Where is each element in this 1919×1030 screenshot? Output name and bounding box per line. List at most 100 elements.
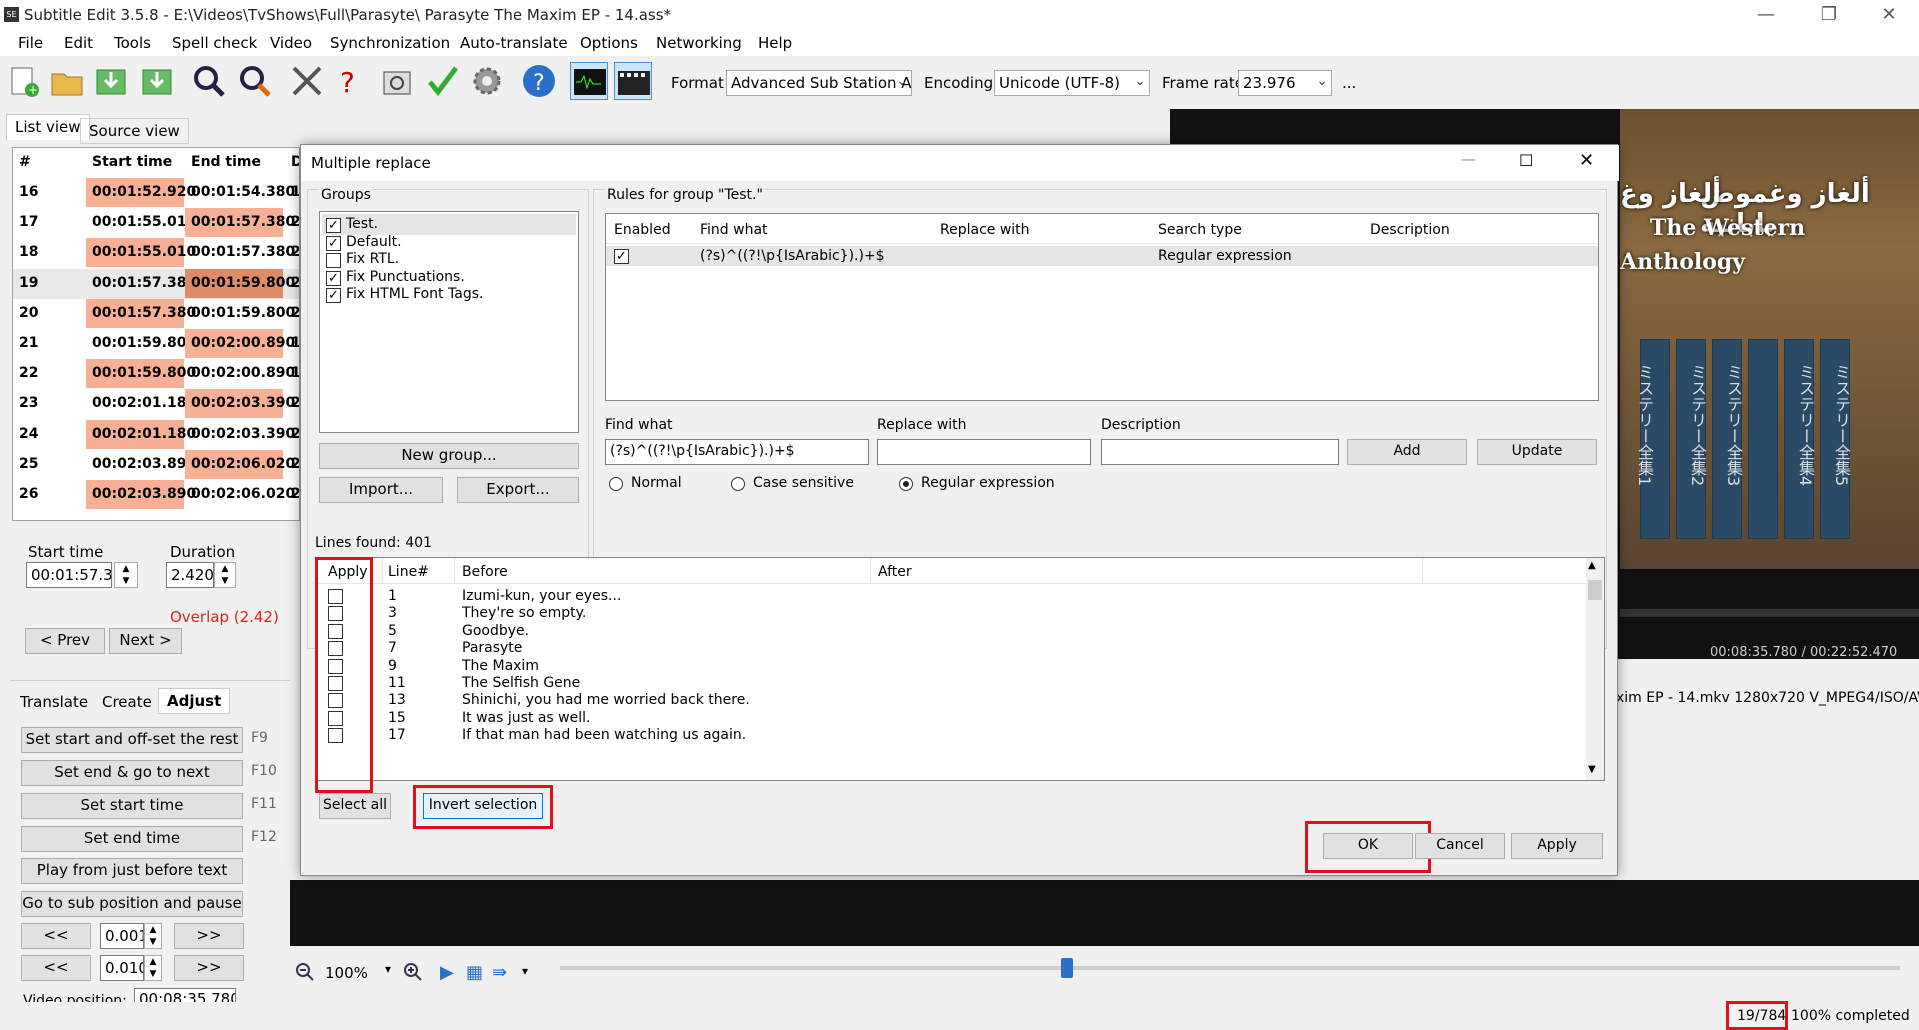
column-header-start[interactable]: Start time <box>86 148 184 177</box>
export-button[interactable]: Export... <box>457 477 579 503</box>
prev-button[interactable]: < Prev <box>25 628 105 654</box>
close-button[interactable]: ✕ <box>1866 0 1912 30</box>
group-name[interactable]: Default. <box>346 234 402 250</box>
invert-selection-button[interactable]: Invert selection <box>423 793 543 819</box>
update-rule-button[interactable]: Update <box>1477 439 1597 465</box>
grid-row[interactable]: 19 00:01:57.38000:01:59.8002. <box>13 268 299 299</box>
minimize-button[interactable]: — <box>1743 0 1789 30</box>
subtitle-grid[interactable]: # Start time End time D 1600:01:52.92000… <box>12 147 300 521</box>
step-small-spinner[interactable]: ▲ ▼ <box>144 923 162 949</box>
waveform-toggle-icon[interactable] <box>570 62 608 100</box>
arrows-icon[interactable]: ⇛ <box>492 962 507 983</box>
dialog-close-button[interactable]: ✕ <box>1579 150 1594 171</box>
set-end-time-button[interactable]: Set end time <box>21 826 243 852</box>
radio-case-sensitive[interactable] <box>731 477 745 491</box>
grid-row[interactable]: 21 00:01:59.80000:02:00.8901. <box>13 329 299 359</box>
results-header-before[interactable]: Before <box>462 564 508 580</box>
grid-row[interactable]: 26 00:02:03.89000:02:06.0202. <box>13 480 299 510</box>
radio-normal-label[interactable]: Normal <box>631 475 682 491</box>
next-button[interactable]: Next > <box>109 628 182 654</box>
rules-list[interactable]: Enabled Find what Replace with Search ty… <box>605 213 1599 401</box>
zoom-dropdown-icon[interactable]: ▾ <box>385 962 391 976</box>
grid-icon[interactable]: ▦ <box>466 962 483 983</box>
rules-header-enabled[interactable]: Enabled <box>614 222 671 238</box>
select-all-button[interactable]: Select all <box>319 793 391 819</box>
fix-errors-icon[interactable] <box>288 62 326 100</box>
position-slider-thumb[interactable] <box>1061 958 1073 978</box>
zoom-in-icon[interactable] <box>403 962 423 986</box>
step-large-spinner[interactable]: ▲ ▼ <box>144 955 162 981</box>
help-icon[interactable]: ? <box>520 62 558 100</box>
set-start-offset-button[interactable]: Set start and off-set the rest <box>21 727 243 753</box>
play-icon[interactable]: ▶ <box>440 962 454 983</box>
video-progress-bar[interactable] <box>1620 609 1919 617</box>
radio-regular-expression[interactable] <box>899 477 913 491</box>
encoding-select[interactable]: Unicode (UTF-8) ⌄ <box>994 70 1150 96</box>
cancel-button[interactable]: Cancel <box>1415 833 1505 859</box>
back-large-button[interactable]: << <box>21 955 91 981</box>
settings-icon[interactable] <box>468 62 506 100</box>
radio-regular-expression-label[interactable]: Regular expression <box>921 475 1055 491</box>
menu-networking[interactable]: Networking <box>656 34 742 52</box>
dialog-maximize-button[interactable]: ☐ <box>1519 151 1533 170</box>
back-small-button[interactable]: << <box>21 923 91 949</box>
replace-icon[interactable] <box>236 62 274 100</box>
menu-spell-check[interactable]: Spell check <box>172 34 257 52</box>
duration-spinner[interactable]: ▲ ▼ <box>214 562 236 588</box>
find-icon[interactable] <box>190 62 228 100</box>
dialog-minimize-button[interactable]: — <box>1461 150 1476 168</box>
find-what-input[interactable]: (?s)^((?!\p{IsArabic}).)+$ <box>605 439 869 465</box>
group-checkbox[interactable]: ✓ <box>326 218 341 233</box>
menu-options[interactable]: Options <box>580 34 638 52</box>
group-name[interactable]: Test. <box>346 216 378 232</box>
menu-edit[interactable]: Edit <box>64 34 93 52</box>
save-icon[interactable] <box>138 62 176 100</box>
help-hearing-icon[interactable]: ? <box>332 62 370 100</box>
group-checkbox[interactable]: ✓ <box>326 235 341 251</box>
duration-input[interactable]: 2.420 <box>166 562 214 588</box>
step-large-input[interactable]: 0.010 <box>100 955 144 981</box>
menu-video[interactable]: Video <box>270 34 312 52</box>
grid-row[interactable]: 24 00:02:01.18000:02:03.3902. <box>13 419 299 450</box>
menu-help[interactable]: Help <box>758 34 792 52</box>
menu-file[interactable]: File <box>18 34 43 52</box>
rule-enabled-checkbox[interactable]: ✓ <box>614 249 629 264</box>
apply-button[interactable]: Apply <box>1511 833 1603 859</box>
grid-row[interactable]: 20 00:01:57.38000:01:59.8002. <box>13 298 299 329</box>
new-group-button[interactable]: New group... <box>319 443 579 469</box>
zoom-out-icon[interactable] <box>295 962 315 986</box>
format-select[interactable]: Advanced Sub Station A ⌄ <box>726 70 912 96</box>
set-end-next-button[interactable]: Set end & go to next <box>21 760 243 786</box>
play-before-text-button[interactable]: Play from just before text <box>21 858 243 884</box>
grid-row[interactable]: 18 00:01:55.01000:01:57.3802. <box>13 238 299 268</box>
tab-source-view[interactable]: Source view <box>80 118 189 144</box>
start-time-input[interactable]: 00:01:57.380 <box>26 562 112 588</box>
position-slider[interactable] <box>560 966 1900 970</box>
waveform-panel[interactable] <box>290 880 1919 946</box>
replace-with-input[interactable] <box>877 439 1091 465</box>
tab-adjust[interactable]: Adjust <box>158 688 231 714</box>
description-input[interactable] <box>1101 439 1339 465</box>
group-name[interactable]: Fix Punctuations. <box>346 269 465 285</box>
groups-list[interactable]: ✓ Test. ✓ Default. Fix RTL. ✓ Fix Punctuations… <box>319 211 579 433</box>
menu-auto-translate[interactable]: Auto-translate <box>460 34 568 52</box>
visual-sync-icon[interactable] <box>378 62 416 100</box>
set-start-time-button[interactable]: Set start time <box>21 793 243 819</box>
tab-create[interactable]: Create <box>94 690 160 716</box>
grid-row[interactable]: 17 00:01:55.01000:01:57.3802. <box>13 208 299 238</box>
group-checkbox[interactable]: ✓ <box>326 288 341 303</box>
add-rule-button[interactable]: Add <box>1347 439 1467 465</box>
restore-button[interactable]: ❐ <box>1806 0 1852 30</box>
menu-tools[interactable]: Tools <box>114 34 151 52</box>
column-header-end[interactable]: End time <box>185 148 283 177</box>
frame-rate-select[interactable]: 23.976 ⌄ <box>1238 70 1332 96</box>
video-toggle-icon[interactable] <box>614 62 652 100</box>
group-name[interactable]: Fix HTML Font Tags. <box>346 286 483 302</box>
arrows-dropdown-icon[interactable]: ▾ <box>522 964 528 978</box>
results-header-after[interactable]: After <box>878 564 912 580</box>
rules-header-replace[interactable]: Replace with <box>940 222 1030 238</box>
forward-small-button[interactable]: >> <box>174 923 244 949</box>
grid-row[interactable]: 23 00:02:01.18000:02:03.3902. <box>13 389 299 419</box>
rules-header-find[interactable]: Find what <box>700 222 768 238</box>
new-icon[interactable]: + <box>4 62 42 100</box>
